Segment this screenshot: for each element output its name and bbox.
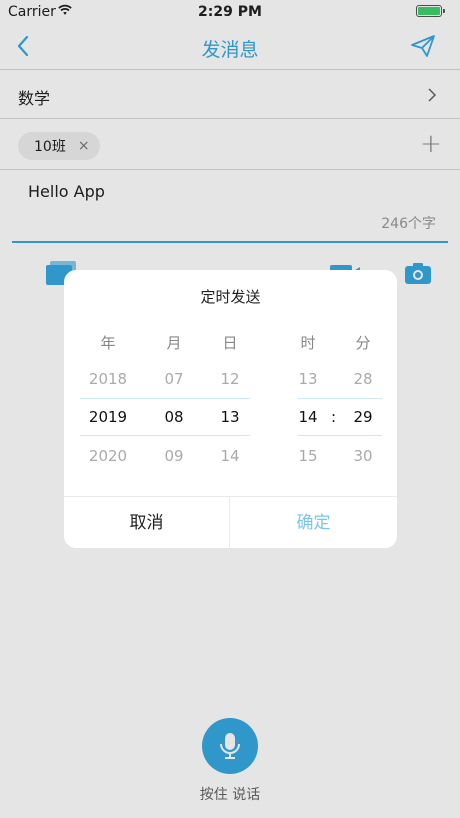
cancel-button[interactable]: 取消 xyxy=(64,497,230,548)
day-next[interactable]: 14 xyxy=(200,447,260,465)
confirm-button[interactable]: 确定 xyxy=(230,497,397,548)
year-selected[interactable]: 2019 xyxy=(78,408,138,426)
schedule-send-dialog: 定时发送 年 2018 2019 2020 月 07 08 09 日 12 13… xyxy=(64,270,397,548)
hour-next[interactable]: 15 xyxy=(278,447,338,465)
time-selection-bottom xyxy=(298,435,382,436)
year-header: 年 xyxy=(100,334,116,352)
hour-header: 时 xyxy=(300,334,316,352)
date-selection-bottom xyxy=(80,435,250,436)
year-next[interactable]: 2020 xyxy=(78,447,138,465)
minute-next[interactable]: 30 xyxy=(333,447,393,465)
date-selection-top xyxy=(80,398,250,399)
month-next[interactable]: 09 xyxy=(144,447,204,465)
minute-prev[interactable]: 28 xyxy=(333,370,393,388)
minute-header: 分 xyxy=(355,334,371,352)
month-prev[interactable]: 07 xyxy=(144,370,204,388)
day-header: 日 xyxy=(222,334,238,352)
month-selected[interactable]: 08 xyxy=(144,408,204,426)
day-prev[interactable]: 12 xyxy=(200,370,260,388)
hour-prev[interactable]: 13 xyxy=(278,370,338,388)
day-selected[interactable]: 13 xyxy=(200,408,260,426)
time-selection-top xyxy=(298,398,382,399)
dialog-actions: 取消 确定 xyxy=(64,496,397,548)
time-separator: : xyxy=(331,408,337,426)
dialog-title: 定时发送 xyxy=(200,288,261,306)
year-prev[interactable]: 2018 xyxy=(78,370,138,388)
month-header: 月 xyxy=(166,334,182,352)
hour-selected[interactable]: 14 xyxy=(278,408,338,426)
minute-selected[interactable]: 29 xyxy=(333,408,393,426)
